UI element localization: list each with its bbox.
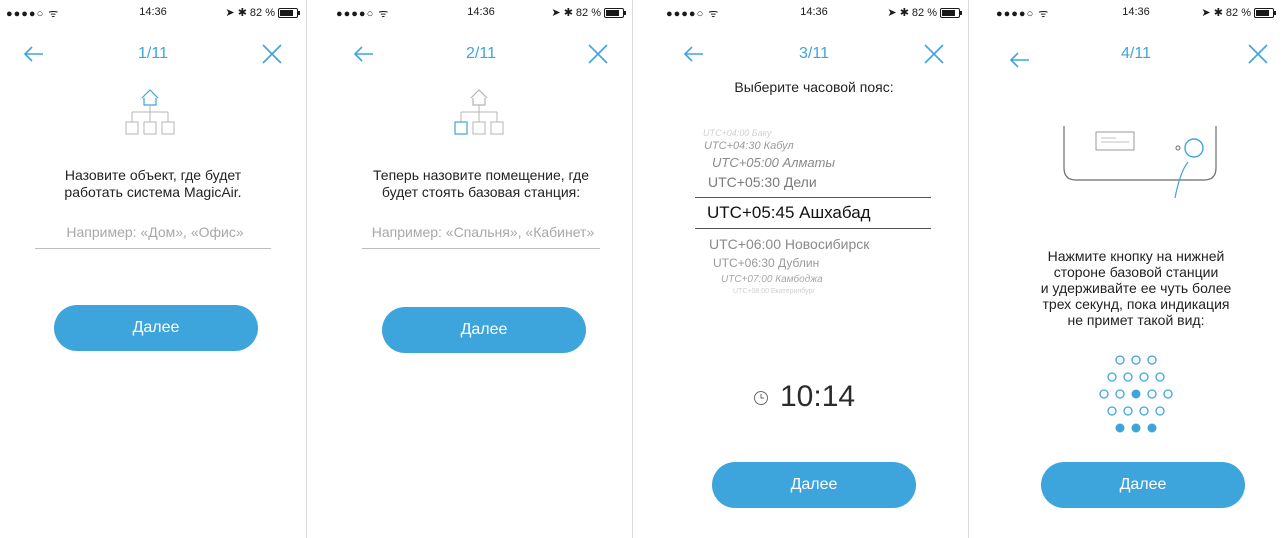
current-time: 10:14 [780, 380, 856, 413]
next-button[interactable]: Далее [54, 305, 258, 351]
timezone-option[interactable]: UTC+06:30 Дублин [713, 256, 931, 270]
instruction-text: Нажмите кнопку на нижней стороне базовой… [1040, 248, 1232, 328]
status-bar: ●●●●○ ᯤ 14:36 ➤ ✱ 82 % [0, 6, 306, 20]
timezone-option[interactable]: UTC+04:30 Кабул [704, 140, 931, 152]
battery-status: ➤ ✱ 82 % [887, 6, 962, 19]
step-counter: 4/11 [1121, 45, 1151, 62]
object-name-input[interactable] [35, 216, 275, 248]
timezone-option[interactable]: UTC+05:30 Дели [708, 174, 931, 190]
screen-1: ●●●●○ ᯤ 14:36 ➤ ✱ 82 % 1/11 Назовите объ… [0, 0, 307, 538]
timezone-selected[interactable]: UTC+05:45 Ашхабад [707, 203, 931, 223]
nav-bar: 4/11 [990, 40, 1282, 70]
nav-bar: 3/11 [660, 40, 968, 70]
close-icon[interactable] [586, 42, 610, 66]
close-icon[interactable] [260, 42, 284, 66]
hierarchy-room-icon [454, 89, 504, 135]
object-name-field[interactable] [35, 216, 275, 249]
timezone-option[interactable]: UTC+06:00 Новосибирск [709, 236, 931, 252]
close-icon[interactable] [922, 42, 946, 66]
close-icon[interactable] [1246, 42, 1270, 66]
next-button[interactable]: Далее [382, 307, 586, 353]
nav-bar: 1/11 [0, 40, 306, 70]
prompt-text: Теперь назовите помещение, где будет сто… [373, 167, 589, 200]
battery-icon [278, 7, 300, 18]
picker-divider-top [695, 197, 931, 198]
status-bar: ●●●●○ ᯤ 14:36 ➤ ✱ 82 % [990, 6, 1282, 20]
battery-status: ➤ ✱ 82 % [551, 6, 626, 19]
timezone-option[interactable]: UTC+08:00 Екатеринбург [733, 288, 931, 295]
room-name-field[interactable] [362, 216, 604, 249]
battery-status: ➤ ✱ 82 % [1201, 6, 1276, 19]
battery-icon [604, 7, 626, 18]
timezone-option[interactable]: UTC+05:00 Алматы [712, 155, 931, 170]
clock-icon [754, 391, 768, 405]
timezone-option[interactable]: UTC+04:00 Баку [703, 128, 931, 138]
timezone-picker[interactable]: UTC+04:00 Баку UTC+04:30 Кабул UTC+05:00… [695, 118, 931, 308]
screen-2: ●●●●○ ᯤ 14:36 ➤ ✱ 82 % 2/11 Теперь назов… [330, 0, 633, 538]
screen-4: ●●●●○ ᯤ 14:36 ➤ ✱ 82 % 4/11 Нажмите кноп… [990, 0, 1282, 538]
picker-divider-bottom [695, 228, 931, 229]
led-indicator-pattern [1099, 355, 1173, 433]
screen-3: ●●●●○ ᯤ 14:36 ➤ ✱ 82 % 3/11 Выберите час… [660, 0, 969, 538]
nav-bar: 2/11 [330, 40, 632, 70]
hierarchy-home-icon [125, 89, 175, 135]
room-name-input[interactable] [362, 216, 604, 248]
status-bar: ●●●●○ ᯤ 14:36 ➤ ✱ 82 % [660, 6, 968, 20]
prompt-text: Назовите объект, где будет работать сист… [64, 167, 242, 200]
battery-status: ➤ ✱ 82 % [225, 6, 300, 19]
battery-icon [1254, 7, 1276, 18]
battery-icon [940, 7, 962, 18]
timezone-title: Выберите часовой пояс: [734, 79, 894, 95]
base-station-illustration [1063, 126, 1217, 199]
status-bar: ●●●●○ ᯤ 14:36 ➤ ✱ 82 % [330, 6, 632, 20]
timezone-option[interactable]: UTC+07:00 Камбоджа [721, 274, 931, 285]
next-button[interactable]: Далее [1041, 462, 1245, 508]
next-button[interactable]: Далее [712, 462, 916, 508]
